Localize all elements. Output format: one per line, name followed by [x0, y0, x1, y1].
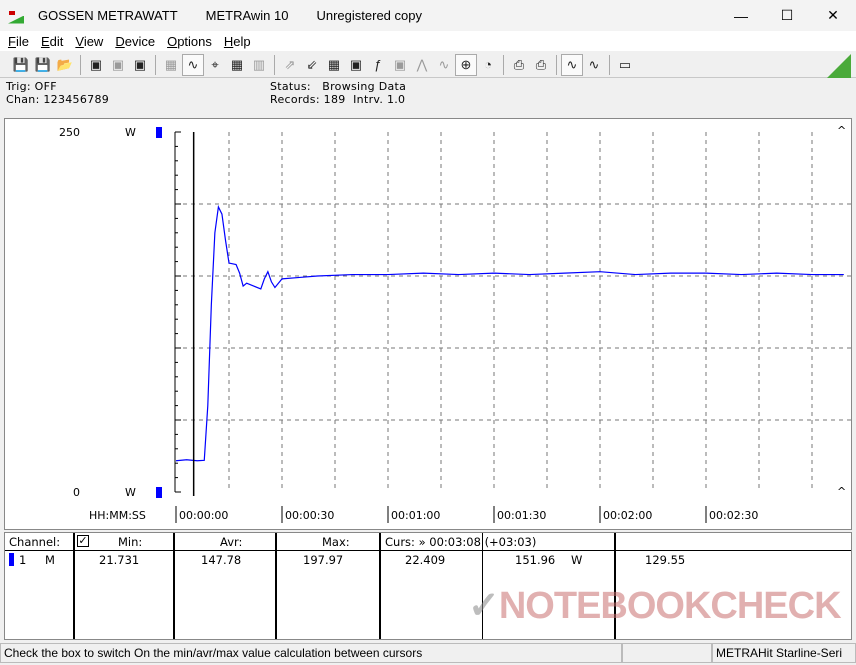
scale-marker	[156, 127, 162, 138]
scale-marker	[156, 487, 162, 498]
y-unit-label: W	[125, 126, 136, 139]
settings-icon[interactable]: ▦	[323, 54, 345, 76]
menu-edit[interactable]: Edit	[41, 34, 63, 49]
max-header: Max:	[322, 535, 350, 549]
logo-corner-icon	[827, 54, 851, 78]
interval: Intrv. 1.0	[353, 93, 406, 106]
comment-icon[interactable]: ▭	[614, 54, 636, 76]
app-icon	[8, 8, 24, 24]
save-icon[interactable]: 💾	[10, 54, 32, 76]
print-icon[interactable]: ⎙	[508, 54, 530, 76]
clear-memory-icon[interactable]: ▣	[107, 54, 129, 76]
trig-status: Trig: OFF	[6, 80, 57, 93]
status-info: Status: Browsing Data Records: 189 Intrv…	[270, 80, 406, 106]
trigger-info: Trig: OFF Chan: 123456789	[6, 80, 109, 106]
channels: Chan: 123456789	[6, 93, 110, 106]
avr-value: 147.78	[201, 553, 242, 567]
title-bar: GOSSEN METRAWATT METRAwin 10 Unregistere…	[0, 0, 856, 31]
memory-icon[interactable]: ▣	[129, 54, 151, 76]
multimeter-icon[interactable]: ▦	[160, 54, 182, 76]
monitor-icon[interactable]: ▣	[345, 54, 367, 76]
crosshair-icon[interactable]: ⌖	[204, 54, 226, 76]
toolbar-separator	[503, 54, 504, 75]
x-tick-label: 00:02:30	[709, 509, 758, 522]
status-bar: Check the box to switch On the min/avr/m…	[0, 643, 856, 665]
cursor-right-marker: ^	[837, 124, 846, 137]
cursor-header: Curs: » 00:03:08 (+03:03)	[385, 535, 537, 549]
channel-mode: M	[45, 553, 55, 567]
cursor-right-marker: ^	[837, 485, 846, 498]
toolbar-separator	[556, 54, 557, 75]
x-tick-label: 00:01:30	[497, 509, 546, 522]
cursor-diff-value: 129.55	[645, 553, 686, 567]
x-axis-label: HH:MM:SS	[89, 509, 146, 522]
meter-icon[interactable]: ▣	[389, 54, 411, 76]
menu-options[interactable]: Options	[167, 34, 212, 49]
export-icon[interactable]: ⇗	[279, 54, 301, 76]
zoom-check-icon[interactable]: ⊕	[455, 53, 477, 76]
chart[interactable]: 250 0 W W ^ ^ HH:MM:SS 00:00:00 00:00:30 00:01:00…	[5, 119, 851, 529]
menu-bar: File Edit View Device Options Help	[0, 31, 856, 51]
zoom-curve-icon[interactable]: ∿	[583, 54, 605, 76]
series-line	[175, 204, 844, 462]
status-hint: Check the box to switch On the min/avr/m…	[0, 643, 622, 663]
chart-panel[interactable]: 250 0 W W ^ ^ HH:MM:SS 00:00:00 00:00:30 00:01:00…	[4, 118, 852, 530]
maximize-button[interactable]: ☐	[764, 0, 810, 31]
save-as-icon[interactable]: 💾	[32, 54, 54, 76]
zoom-wave-icon[interactable]: ∿	[561, 53, 583, 76]
print-preview-icon[interactable]: ⎙	[530, 54, 552, 76]
app-name: METRAwin 10	[205, 8, 289, 23]
toolbar: 💾 💾 📂 ▣ ▣ ▣ ▦ ∿ ⌖ ▦ ▥ ⇗ ⇙ ▦ ▣ ƒ ▣ ⋀ ∿ ⊕ ◔ ⎙ ⎙ ∿ ∿ ▭	[0, 52, 856, 78]
toolbar-separator	[274, 54, 275, 75]
waveform-icon[interactable]: ⋀	[411, 54, 433, 76]
company-name: GOSSEN METRAWATT	[38, 8, 178, 23]
toolbar-separator	[80, 54, 81, 75]
unit: W	[571, 553, 583, 567]
y-tick-label: 0	[73, 486, 80, 499]
status-device: METRAHit Starline-Seri	[712, 643, 856, 663]
license-text: Unregistered copy	[316, 8, 422, 23]
watermark-logo: ✓NOTEBOOKCHECK	[468, 585, 842, 627]
menu-device[interactable]: Device	[115, 34, 155, 49]
y-tick-label: 250	[59, 126, 80, 139]
channel-number: 1	[19, 553, 27, 567]
function-icon[interactable]: ƒ	[367, 54, 389, 76]
status-label: Status:	[270, 80, 311, 93]
table-view-icon[interactable]: ▦	[226, 54, 248, 76]
min-header: Min:	[118, 535, 143, 549]
open-icon[interactable]: 📂	[54, 54, 76, 76]
cursor1-value: 22.409	[405, 553, 446, 567]
menu-file[interactable]: File	[8, 34, 29, 49]
histogram-icon[interactable]: ▥	[248, 54, 270, 76]
waveform2-icon[interactable]: ∿	[433, 54, 455, 76]
menu-view[interactable]: View	[75, 34, 103, 49]
menu-help[interactable]: Help	[224, 34, 251, 49]
toolbar-separator	[155, 54, 156, 75]
oscilloscope-view-icon[interactable]: ∿	[182, 53, 204, 76]
toolbar-separator	[609, 54, 610, 75]
x-tick-label: 00:02:00	[603, 509, 652, 522]
close-button[interactable]: ✕	[810, 0, 856, 31]
records-count: Records: 189	[270, 93, 346, 106]
import-icon[interactable]: ⇙	[301, 54, 323, 76]
x-tick-label: 00:01:00	[391, 509, 440, 522]
read-memory-icon[interactable]: ▣	[85, 54, 107, 76]
y-unit-label: W	[125, 486, 136, 499]
x-tick-label: 00:00:30	[285, 509, 334, 522]
x-tick-label: 00:00:00	[179, 509, 228, 522]
channel-header: Channel:	[9, 535, 61, 549]
status-value: Browsing Data	[322, 80, 407, 93]
minimize-button[interactable]: —	[718, 0, 764, 31]
clock-run-icon[interactable]: ◔	[477, 54, 499, 76]
avr-header: Avr:	[220, 535, 243, 549]
channel-color-marker	[9, 553, 14, 566]
min-value: 21.731	[99, 553, 140, 567]
max-value: 197.97	[303, 553, 344, 567]
cursor2-value: 151.96	[515, 553, 556, 567]
